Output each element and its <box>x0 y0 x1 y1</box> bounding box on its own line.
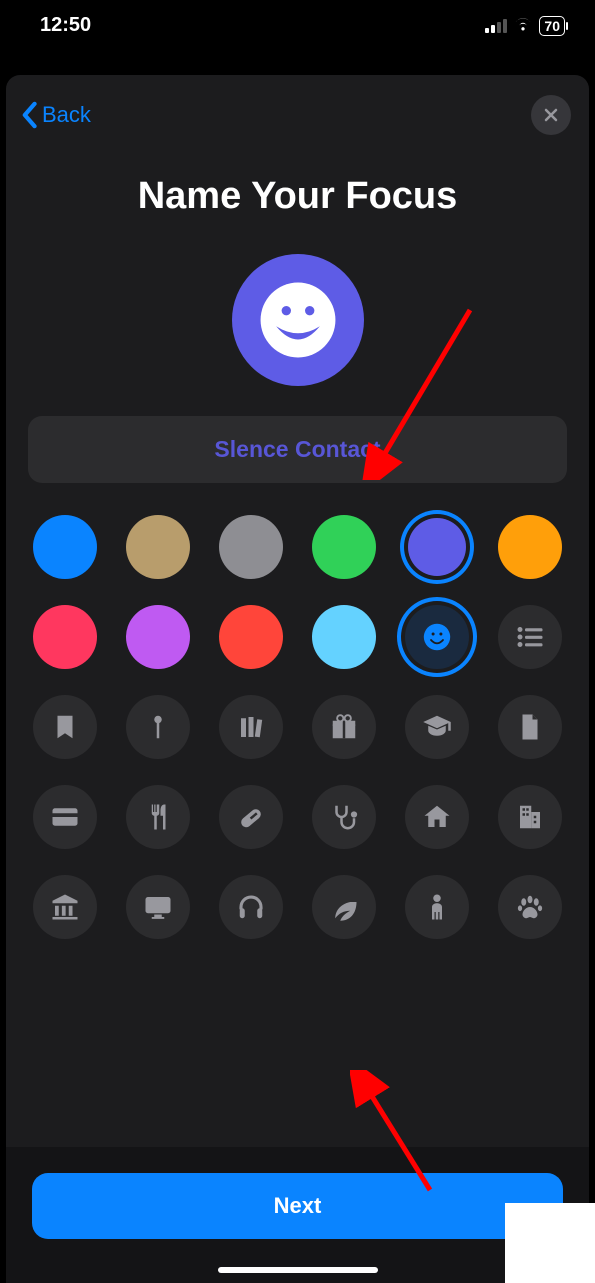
paw-icon-button[interactable] <box>498 875 562 939</box>
color-swatch-red[interactable] <box>33 605 97 669</box>
footer-bar: Next <box>6 1147 589 1283</box>
color-swatch-purple[interactable] <box>408 518 466 576</box>
pill-icon-button[interactable] <box>219 785 283 849</box>
headphones-icon-button[interactable] <box>219 875 283 939</box>
document-icon-button[interactable] <box>498 695 562 759</box>
color-swatch-orange[interactable] <box>498 515 562 579</box>
card-icon-button[interactable] <box>33 785 97 849</box>
color-swatch-tan[interactable] <box>126 515 190 579</box>
preview-circle <box>232 254 364 386</box>
color-swatch-green[interactable] <box>312 515 376 579</box>
color-swatch-blue[interactable] <box>33 515 97 579</box>
list-icon-button[interactable] <box>498 605 562 669</box>
pin-icon-button[interactable] <box>126 695 190 759</box>
bookmark-icon-button[interactable] <box>33 695 97 759</box>
color-swatch-gray[interactable] <box>219 515 283 579</box>
utensils-icon-button[interactable] <box>126 785 190 849</box>
home-icon-button[interactable] <box>405 785 469 849</box>
focus-setup-sheet: Back Name Your Focus Slence Contact Next <box>6 75 589 1283</box>
focus-name-input[interactable]: Slence Contact <box>28 416 567 483</box>
back-button[interactable]: Back <box>20 101 91 129</box>
color-swatch-cyan[interactable] <box>312 605 376 669</box>
monitor-icon-button[interactable] <box>126 875 190 939</box>
books-icon-button[interactable] <box>219 695 283 759</box>
back-label: Back <box>42 102 91 128</box>
bank-icon-button[interactable] <box>33 875 97 939</box>
status-bar: 12:50 70 <box>0 0 595 45</box>
status-right: 70 <box>485 14 565 37</box>
home-indicator <box>218 1267 378 1273</box>
status-time: 12:50 <box>40 14 91 37</box>
gift-icon-button[interactable] <box>312 695 376 759</box>
wifi-icon <box>513 14 533 37</box>
close-button[interactable] <box>531 95 571 135</box>
smiley-icon-button[interactable] <box>405 605 469 669</box>
color-swatch-coral[interactable] <box>219 605 283 669</box>
grad-cap-icon-button[interactable] <box>405 695 469 759</box>
smiley-icon <box>259 281 337 359</box>
stethoscope-icon-button[interactable] <box>312 785 376 849</box>
leaf-icon-button[interactable] <box>312 875 376 939</box>
color-icon-grid <box>6 483 589 951</box>
person-icon-button[interactable] <box>405 875 469 939</box>
building-icon-button[interactable] <box>498 785 562 849</box>
corner-patch <box>505 1203 595 1283</box>
focus-preview <box>6 254 589 386</box>
page-title: Name Your Focus <box>26 175 569 218</box>
cellular-icon <box>485 19 507 33</box>
battery-indicator: 70 <box>539 16 565 36</box>
next-button[interactable]: Next <box>32 1173 563 1239</box>
color-swatch-magenta[interactable] <box>126 605 190 669</box>
navigation-bar: Back <box>6 75 589 145</box>
